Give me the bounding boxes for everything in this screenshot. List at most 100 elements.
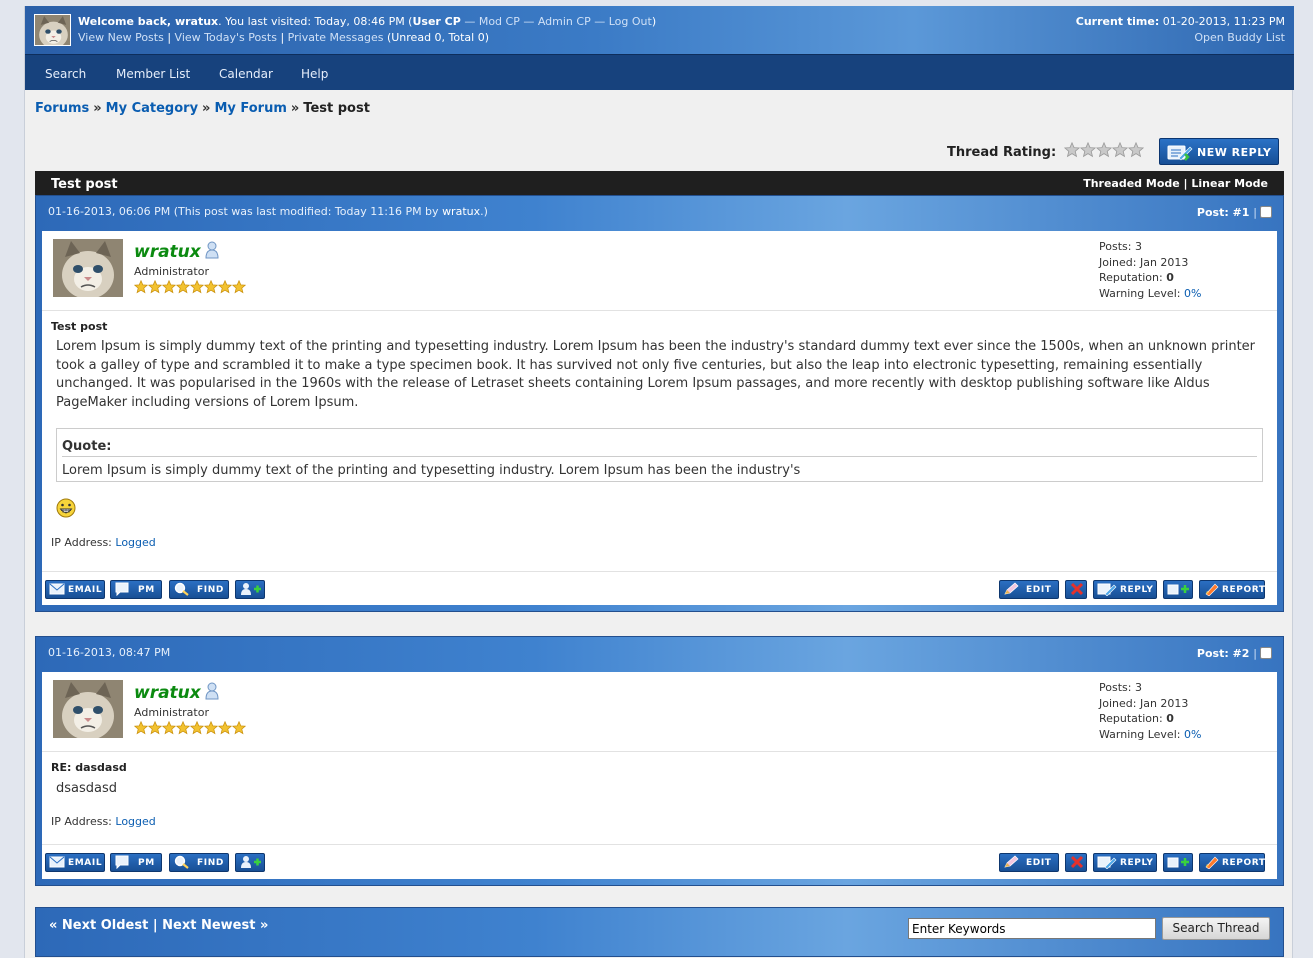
author-name[interactable]: wratux	[134, 242, 201, 262]
separator: |	[1253, 206, 1257, 219]
welcome-username[interactable]: wratux	[175, 15, 218, 28]
author-name[interactable]: wratux	[134, 683, 201, 703]
menu-help[interactable]: Help	[301, 67, 328, 81]
menu-member-list[interactable]: Member List	[116, 67, 190, 81]
rating-star-icon[interactable]	[1096, 142, 1112, 157]
thread-search-input[interactable]	[908, 918, 1156, 939]
multiquote-button[interactable]	[1163, 580, 1193, 599]
private-messages-link[interactable]: Private Messages	[288, 31, 384, 44]
reply-button[interactable]: REPLY	[1093, 580, 1157, 599]
user-cp-link[interactable]: User CP	[412, 15, 460, 28]
reply-label: REPLY	[1120, 585, 1154, 595]
star-icon	[218, 280, 232, 293]
email-icon	[49, 582, 67, 599]
post-subject: Test post	[51, 320, 108, 333]
pm-button[interactable]: PM	[110, 853, 162, 872]
reply-icon	[1097, 855, 1117, 872]
stat-posts: Posts: 3	[1099, 680, 1201, 696]
stat-reputation: Reputation: 0	[1099, 711, 1201, 727]
rating-star-icon[interactable]	[1128, 142, 1144, 157]
ip-logged-link[interactable]: Logged	[115, 536, 155, 549]
author-avatar[interactable]	[53, 680, 123, 738]
star-icon	[232, 280, 246, 293]
rating-star-icon[interactable]	[1080, 142, 1096, 157]
report-button[interactable]: REPORT	[1199, 580, 1265, 599]
edit-button[interactable]: EDIT	[999, 580, 1059, 599]
rating-star-icon[interactable]	[1064, 142, 1080, 157]
post-select-checkbox[interactable]	[1260, 206, 1272, 218]
author-title: Administrator	[134, 706, 209, 719]
thread-footer: « Next Oldest | Next Newest » Search Thr…	[35, 907, 1284, 957]
multiquote-button[interactable]	[1163, 853, 1193, 872]
thread-navigation: « Next Oldest | Next Newest »	[49, 918, 268, 933]
warning-level-link[interactable]: 0%	[1184, 728, 1201, 741]
stat-label: Posts:	[1099, 240, 1135, 253]
rating-star-icon[interactable]	[1112, 142, 1128, 157]
email-button[interactable]: EMAIL	[45, 853, 105, 872]
user-avatar[interactable]	[34, 14, 71, 46]
edit-button[interactable]: EDIT	[999, 853, 1059, 872]
post-number-link[interactable]: Post: #2	[1197, 647, 1250, 660]
star-icon	[232, 721, 246, 734]
search-thread-button[interactable]: Search Thread	[1162, 917, 1270, 940]
stat-value: 3	[1134, 240, 1142, 253]
stat-value[interactable]: 0	[1166, 712, 1174, 725]
find-button[interactable]: FIND	[169, 853, 229, 872]
delete-button[interactable]	[1065, 853, 1087, 872]
author-avatar[interactable]	[53, 239, 123, 297]
email-button[interactable]: EMAIL	[45, 580, 105, 599]
breadcrumb-forums[interactable]: Forums	[35, 101, 89, 116]
mod-cp-link[interactable]: Mod CP	[479, 15, 520, 28]
stat-joined: Joined: Jan 2013	[1099, 696, 1201, 712]
edit-icon	[1003, 855, 1021, 872]
linear-mode-link[interactable]: Linear Mode	[1191, 177, 1268, 190]
star-icon	[204, 280, 218, 293]
post-date: 01-16-2013, 06:06 PM (This post was last…	[48, 205, 488, 218]
logout-link[interactable]: Log Out	[609, 15, 652, 28]
new-reply-button[interactable]: NEW REPLY	[1159, 138, 1279, 165]
reply-button[interactable]: REPLY	[1093, 853, 1157, 872]
view-todays-posts-link[interactable]: View Today's Posts	[175, 31, 277, 44]
page-wrapper: Welcome back, wratux. You last visited: …	[24, 6, 1294, 958]
stat-value[interactable]: 0	[1166, 271, 1174, 284]
stat-warning: Warning Level: 0%	[1099, 727, 1201, 743]
find-button[interactable]: FIND	[169, 580, 229, 599]
next-oldest-link[interactable]: « Next Oldest	[49, 918, 148, 933]
admin-cp-link[interactable]: Admin CP	[538, 15, 591, 28]
report-label: REPORT	[1222, 858, 1266, 868]
separator: |	[276, 31, 288, 44]
quick-links: View New Posts | View Today's Posts | Pr…	[78, 31, 489, 44]
stat-label: Joined:	[1099, 255, 1140, 269]
multiquote-icon	[1167, 855, 1191, 872]
post-1: 01-16-2013, 06:06 PM (This post was last…	[35, 195, 1284, 612]
delete-button[interactable]	[1065, 580, 1087, 599]
menu-calendar[interactable]: Calendar	[219, 67, 273, 81]
add-buddy-button[interactable]	[235, 580, 265, 599]
add-buddy-button[interactable]	[235, 853, 265, 872]
threaded-mode-link[interactable]: Threaded Mode	[1083, 177, 1180, 190]
breadcrumb-sep: »	[290, 101, 300, 116]
post-modified-user-link[interactable]: wratux	[442, 205, 480, 218]
post-number-link[interactable]: Post: #1	[1197, 206, 1250, 219]
edit-label: EDIT	[1026, 858, 1052, 868]
post-modified-end: .)	[480, 205, 488, 218]
ip-logged-link[interactable]: Logged	[115, 815, 155, 828]
view-new-posts-link[interactable]: View New Posts	[78, 31, 164, 44]
menu-search[interactable]: Search	[45, 67, 86, 81]
report-button[interactable]: REPORT	[1199, 853, 1265, 872]
breadcrumb-forum[interactable]: My Forum	[214, 101, 286, 116]
next-newest-link[interactable]: Next Newest »	[162, 918, 268, 933]
thread-rating-stars[interactable]	[1064, 142, 1146, 163]
pm-button[interactable]: PM	[110, 580, 162, 599]
open-buddy-list-link[interactable]: Open Buddy List	[1194, 31, 1285, 44]
new-reply-icon	[1165, 143, 1193, 164]
post-2: 01-16-2013, 08:47 PM Post: #2 | wratux A…	[35, 636, 1284, 886]
offline-user-icon	[205, 241, 219, 262]
breadcrumb-category[interactable]: My Category	[106, 101, 198, 116]
stat-warning: Warning Level: 0%	[1099, 286, 1201, 302]
post-select-checkbox[interactable]	[1260, 647, 1272, 659]
stat-reputation: Reputation: 0	[1099, 270, 1201, 286]
pm-label: PM	[138, 858, 155, 868]
warning-level-link[interactable]: 0%	[1184, 287, 1201, 300]
stat-value: 3	[1134, 681, 1142, 694]
